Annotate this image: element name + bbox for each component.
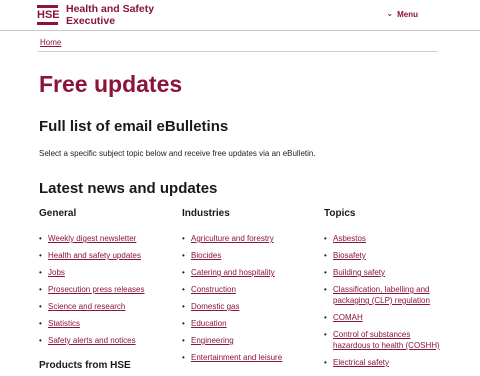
- weekly-digest-link[interactable]: Weekly digest newsletter: [48, 234, 136, 243]
- latest-heading: Latest news and updates: [39, 180, 218, 197]
- link-list: Agriculture and forestry Biocides Cateri…: [182, 233, 322, 363]
- entertainment-leisure-link[interactable]: Entertainment and leisure: [191, 353, 282, 362]
- statistics-link[interactable]: Statistics: [48, 319, 80, 328]
- science-research-link[interactable]: Science and research: [48, 302, 125, 311]
- list-item: Domestic gas: [182, 301, 322, 312]
- logo-bar-bottom: [37, 22, 58, 25]
- intro-text: Select a specific subject topic below an…: [39, 149, 316, 158]
- list-item: Education: [182, 318, 322, 329]
- list-item: Safety alerts and notices: [39, 335, 179, 346]
- logo-line-2: Executive: [66, 15, 116, 27]
- health-safety-updates-link[interactable]: Health and safety updates: [48, 251, 141, 260]
- chevron-down-icon: ⌄: [386, 9, 394, 18]
- list-item: Statistics: [39, 318, 179, 329]
- breadcrumb-divider: [38, 51, 438, 52]
- list-item: Science and research: [39, 301, 179, 312]
- catering-hospitality-link[interactable]: Catering and hospitality: [191, 268, 275, 277]
- agriculture-forestry-link[interactable]: Agriculture and forestry: [191, 234, 274, 243]
- products-heading: Products from HSE: [39, 360, 131, 371]
- list-item: Electrical safety: [324, 357, 448, 368]
- list-item: Classification, labelling and packaging …: [324, 284, 448, 306]
- building-safety-link[interactable]: Building safety: [333, 268, 385, 277]
- list-item: Health and safety updates: [39, 250, 179, 261]
- asbestos-link[interactable]: Asbestos: [333, 234, 366, 243]
- list-item: Construction: [182, 284, 322, 295]
- list-item: Prosecution press releases: [39, 284, 179, 295]
- site-header: HSE Health and Safety Executive ⌄ Menu: [0, 0, 480, 31]
- column-industries: Industries Agriculture and forestry Bioc…: [182, 208, 322, 369]
- education-link[interactable]: Education: [191, 319, 227, 328]
- biocides-link[interactable]: Biocides: [191, 251, 221, 260]
- list-item: Building safety: [324, 267, 448, 278]
- logo-line-1: Health and Safety: [66, 3, 155, 15]
- prosecution-press-releases-link[interactable]: Prosecution press releases: [48, 285, 145, 294]
- list-item: Catering and hospitality: [182, 267, 322, 278]
- link-list: Weekly digest newsletter Health and safe…: [39, 233, 179, 346]
- construction-link[interactable]: Construction: [191, 285, 236, 294]
- list-item: Jobs: [39, 267, 179, 278]
- engineering-link[interactable]: Engineering: [191, 336, 234, 345]
- column-heading: General: [39, 208, 77, 219]
- list-item: Biosafety: [324, 250, 448, 261]
- electrical-safety-link[interactable]: Electrical safety: [333, 358, 389, 367]
- clp-regulation-link[interactable]: Classification, labelling and packaging …: [333, 285, 430, 305]
- list-item: COMAH: [324, 312, 448, 323]
- logo-letters: HSE: [37, 8, 60, 21]
- jobs-link[interactable]: Jobs: [48, 268, 65, 277]
- menu-label: Menu: [397, 10, 418, 19]
- comah-link[interactable]: COMAH: [333, 313, 363, 322]
- list-item: Biocides: [182, 250, 322, 261]
- page-title: Free updates: [39, 71, 183, 97]
- list-item: Asbestos: [324, 233, 448, 244]
- column-heading: Topics: [324, 208, 356, 219]
- safety-alerts-link[interactable]: Safety alerts and notices: [48, 336, 136, 345]
- list-item: Control of substances hazardous to healt…: [324, 329, 448, 351]
- list-item: Agriculture and forestry: [182, 233, 322, 244]
- logo-bar-top: [37, 5, 58, 8]
- column-heading: Industries: [182, 208, 230, 219]
- list-item: Entertainment and leisure: [182, 352, 322, 363]
- logo-text[interactable]: Health and Safety Executive: [66, 3, 154, 27]
- hse-logo[interactable]: HSE: [37, 5, 60, 25]
- column-general: General Weekly digest newsletter Health …: [39, 208, 179, 352]
- menu-button[interactable]: ⌄ Menu: [386, 9, 418, 19]
- column-topics: Topics Asbestos Biosafety Building safet…: [324, 208, 448, 374]
- domestic-gas-link[interactable]: Domestic gas: [191, 302, 239, 311]
- full-list-heading: Full list of email eBulletins: [39, 118, 229, 135]
- list-item: Engineering: [182, 335, 322, 346]
- list-item: Weekly digest newsletter: [39, 233, 179, 244]
- biosafety-link[interactable]: Biosafety: [333, 251, 366, 260]
- breadcrumb-home[interactable]: Home: [40, 38, 61, 47]
- coshh-link[interactable]: Control of substances hazardous to healt…: [333, 330, 440, 350]
- link-list: Asbestos Biosafety Building safety Class…: [324, 233, 448, 368]
